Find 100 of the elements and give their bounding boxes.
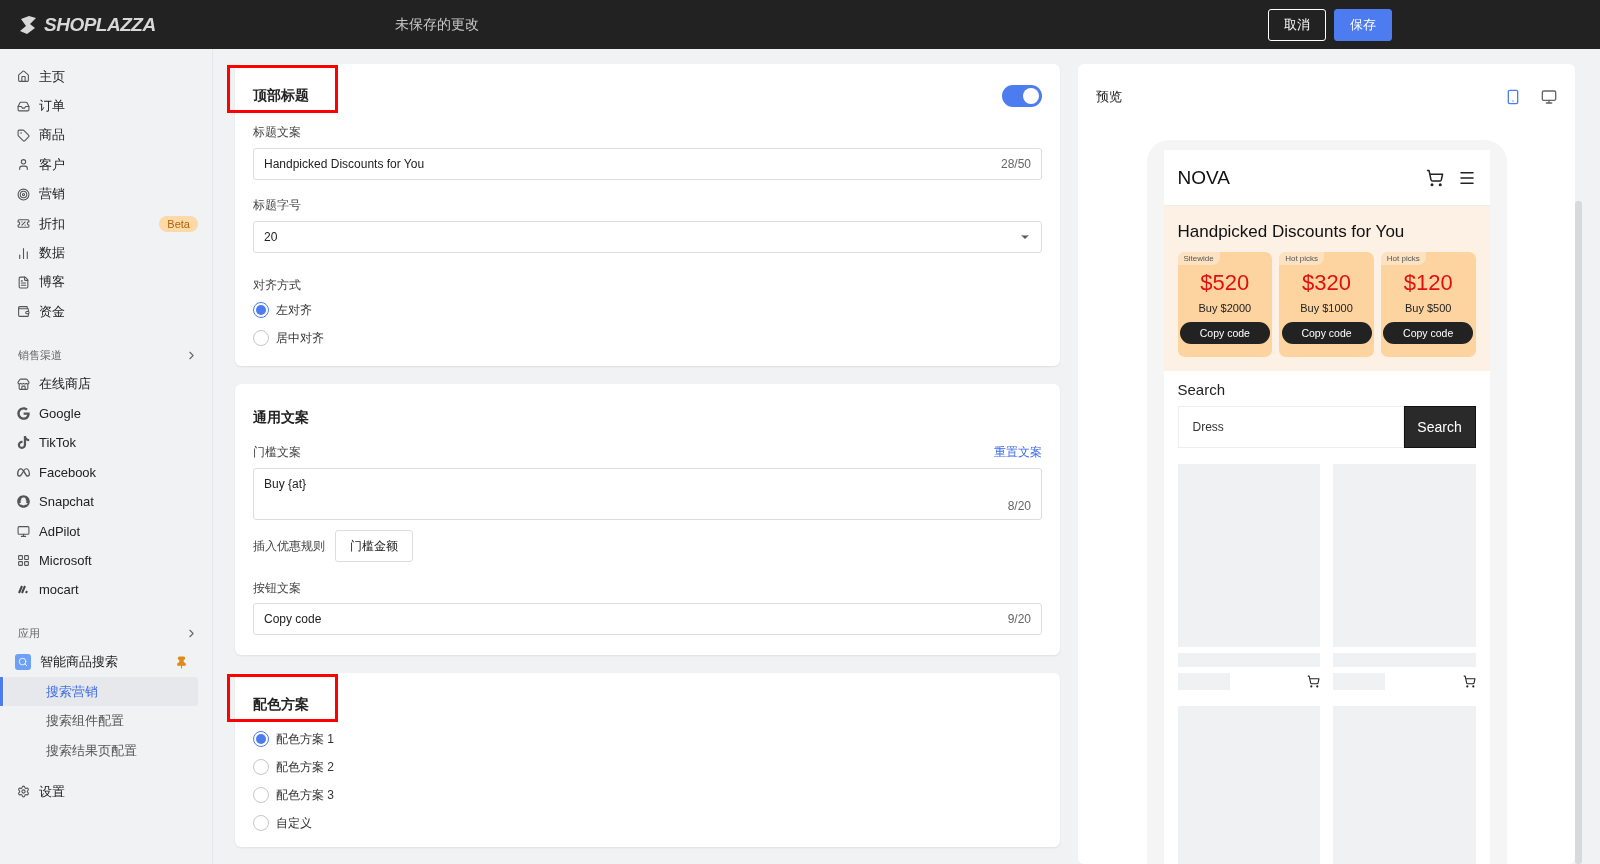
nav-item[interactable]: 在线商店 — [0, 369, 198, 399]
nav-label: Google — [39, 406, 81, 422]
radio-button[interactable] — [253, 731, 269, 747]
radio-option[interactable]: 居中对齐 — [253, 324, 1042, 352]
copy-code-button[interactable]: Copy code — [1179, 322, 1270, 344]
preview-title: 预览 — [1096, 88, 1123, 106]
phone-icon[interactable] — [1505, 89, 1521, 105]
nav-item[interactable]: Snapchat — [0, 487, 198, 517]
coupon-condition: Buy $500 — [1404, 302, 1452, 314]
radio-label: 居中对齐 — [276, 329, 324, 347]
radio-label: 自定义 — [276, 814, 312, 832]
g-logo-icon — [17, 407, 30, 421]
settings-icon — [17, 785, 30, 799]
nav-label: 博客 — [39, 273, 65, 292]
coupon-amount: $520 — [1200, 270, 1250, 296]
target-icon — [17, 187, 30, 201]
copy-code-button[interactable]: Copy code — [1281, 322, 1372, 344]
radio-option[interactable]: 自定义 — [253, 809, 1042, 837]
nav-item[interactable]: 资金 — [0, 297, 198, 327]
nav-item[interactable]: Facebook — [0, 457, 198, 488]
nav-item[interactable]: 订单 — [0, 91, 198, 121]
document-icon — [17, 275, 30, 289]
nav-item[interactable]: mocart — [0, 575, 198, 605]
nav-item[interactable]: 智能商品搜索 — [0, 647, 198, 678]
nav-item[interactable]: 数据 — [0, 238, 198, 268]
bar-chart-icon — [17, 246, 30, 260]
copy-code-button[interactable]: Copy code — [1383, 322, 1474, 344]
field-label: 按钮文案 — [253, 580, 302, 597]
monitor-icon — [17, 524, 30, 538]
field-label: 门槛文案 — [253, 444, 301, 461]
nav-label: 商品 — [39, 126, 65, 145]
radio-option[interactable]: 配色方案 1 — [253, 725, 1042, 753]
card-title: 顶部标题 — [253, 87, 309, 105]
radio-button[interactable] — [253, 759, 269, 775]
nav-item[interactable]: TikTok — [0, 428, 198, 458]
nav-item[interactable]: 客户 — [0, 150, 198, 180]
field-label: 标题文案 — [253, 124, 302, 141]
scrollbar-thumb[interactable] — [1575, 201, 1582, 864]
input-field[interactable]: Handpicked Discounts for You 28/50 — [253, 148, 1042, 180]
nav-item[interactable]: 商品 — [0, 120, 198, 151]
field-label: 插入优惠规则 — [253, 537, 325, 555]
card-title: 配色方案 — [253, 696, 309, 714]
search-button[interactable]: Search — [1403, 406, 1476, 448]
nav-label: Microsoft — [39, 553, 92, 569]
brand-logo: SHOPLAZZA — [44, 13, 156, 36]
insert-variable-button[interactable]: 门槛金额 — [335, 530, 413, 562]
cart-icon[interactable] — [1425, 168, 1444, 187]
coupon-condition: Buy $1000 — [1300, 302, 1353, 314]
radio-button[interactable] — [253, 815, 269, 831]
nav-label: Snapchat — [39, 494, 94, 510]
search-app-icon — [15, 654, 31, 671]
store-icon — [17, 377, 30, 391]
radio-label: 配色方案 3 — [276, 786, 334, 804]
nav-item[interactable]: 设置 — [0, 777, 198, 807]
radio-label: 配色方案 1 — [276, 730, 334, 748]
nav-label: mocart — [39, 582, 79, 598]
nav-item[interactable]: Google — [0, 398, 198, 429]
nav-label: 在线商店 — [39, 375, 91, 394]
nav-item[interactable]: AdPilot — [0, 516, 198, 546]
nav-item[interactable]: 博客 — [0, 267, 198, 298]
nav-item[interactable]: Microsoft — [0, 545, 198, 576]
toggle-switch[interactable] — [1002, 85, 1042, 107]
radio-button[interactable] — [253, 787, 269, 803]
store-name: NOVA — [1177, 166, 1231, 189]
nav-item[interactable]: 营销 — [0, 179, 198, 209]
nav-label: 客户 — [39, 155, 65, 174]
reset-link[interactable]: 重置文案 — [994, 444, 1042, 461]
search-heading: Search — [1176, 380, 1227, 400]
section-header: 应用 — [18, 625, 40, 641]
sub-nav-item[interactable]: 搜索结果页配置 — [4, 735, 198, 766]
card-title: 通用文案 — [253, 409, 309, 427]
text-area[interactable]: Buy {at} 8/20 — [253, 468, 1042, 520]
unsaved-status: 未保存的更改 — [395, 15, 480, 34]
save-button[interactable]: 保存 — [1334, 8, 1392, 41]
note-logo-icon — [17, 436, 30, 450]
coupon-amount: $320 — [1302, 270, 1351, 296]
beta-badge: Beta — [159, 215, 198, 232]
input-field[interactable]: Copy code 9/20 — [253, 603, 1042, 635]
radio-option[interactable]: 配色方案 2 — [253, 753, 1042, 781]
radio-option[interactable]: 配色方案 3 — [253, 781, 1042, 809]
radio-button[interactable] — [253, 302, 269, 318]
radio-option[interactable]: 左对齐 — [253, 296, 1042, 324]
radio-button[interactable] — [253, 330, 269, 346]
select-field[interactable]: 20 — [253, 221, 1042, 253]
grid-icon — [17, 554, 30, 568]
cancel-button[interactable]: 取消 — [1268, 8, 1326, 41]
nav-label: Facebook — [39, 464, 97, 480]
nav-item[interactable]: 折扣 Beta — [0, 208, 198, 239]
radio-label: 左对齐 — [276, 301, 312, 319]
coupon-tag: Hot picks — [1279, 252, 1325, 265]
home-icon — [17, 70, 30, 84]
section-header: 销售渠道 — [18, 347, 62, 363]
user-icon — [17, 158, 30, 172]
sub-nav-item[interactable]: 搜索组件配置 — [4, 706, 198, 736]
nav-label: 资金 — [39, 302, 65, 321]
nav-item[interactable]: 主页 — [0, 62, 198, 92]
logo-icon — [18, 14, 38, 35]
pin-icon[interactable] — [175, 655, 188, 669]
search-field[interactable]: Dress — [1177, 406, 1404, 448]
monitor-icon[interactable] — [1541, 89, 1557, 105]
